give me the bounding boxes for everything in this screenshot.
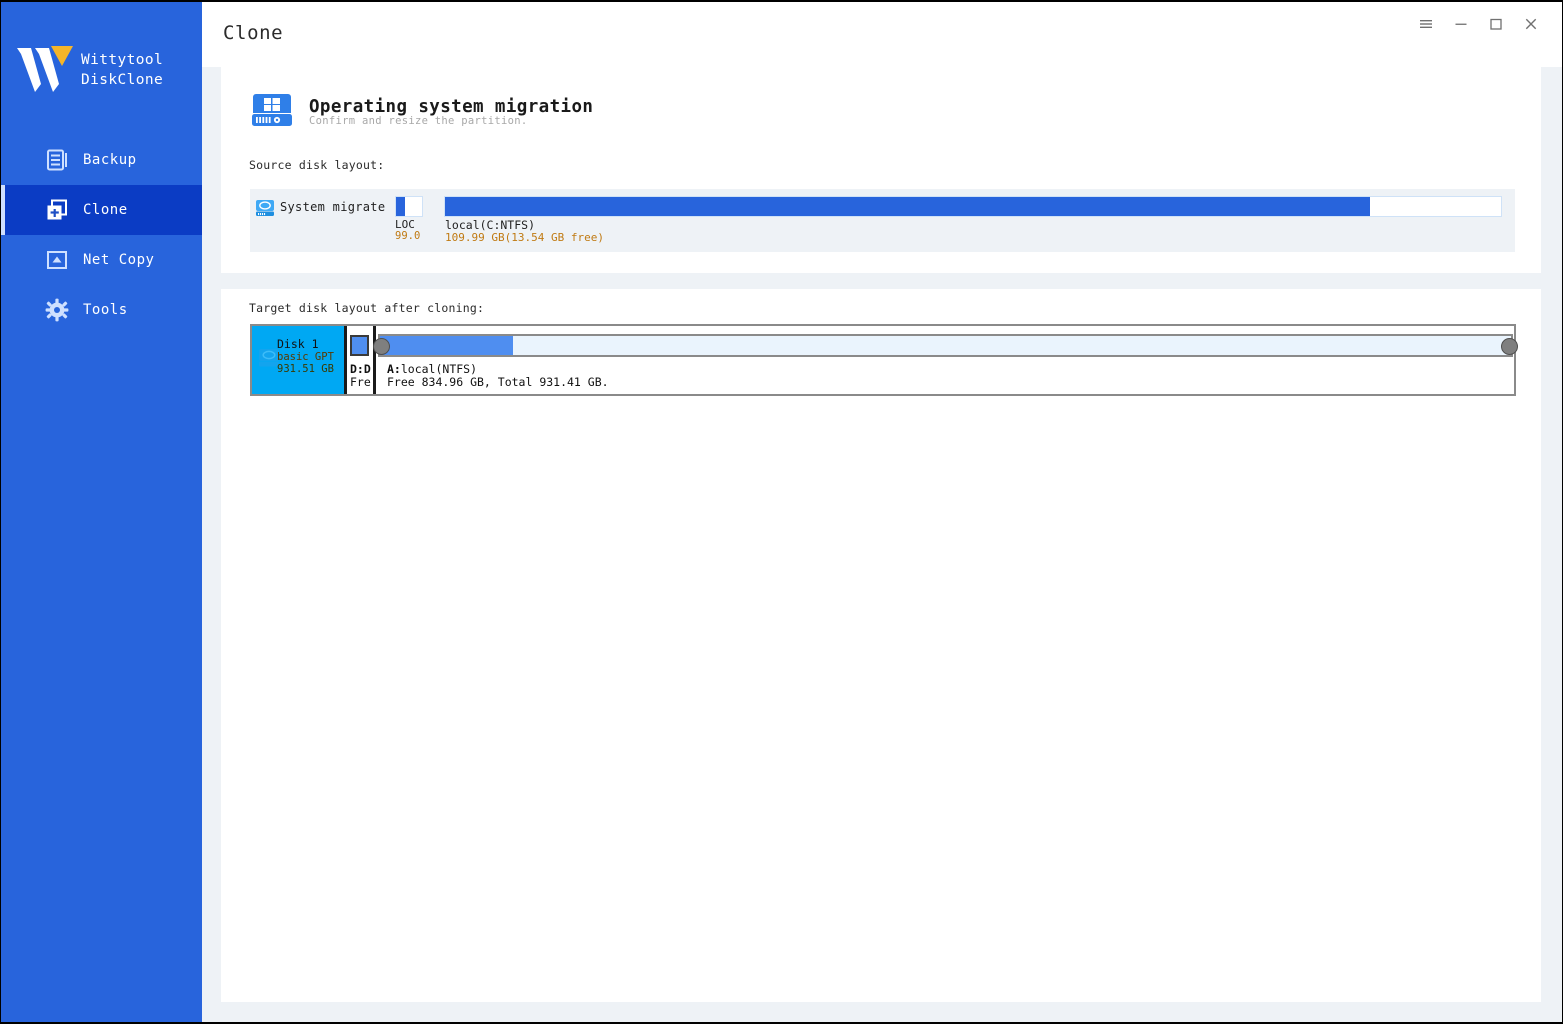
gear-icon: [45, 298, 69, 322]
right-resize-handle[interactable]: [1501, 338, 1518, 355]
source-partition-block[interactable]: LOC 99.0: [395, 196, 423, 246]
page-title: Clone: [223, 22, 284, 44]
partition-detail: Fre: [350, 375, 371, 389]
partition-used-fill: [380, 336, 513, 355]
partition-size: 109.99 GB(13.54 GB free): [445, 231, 604, 244]
target-panel: Target disk layout after cloning: Disk 1…: [221, 289, 1541, 1002]
source-disk-layout-label: Source disk layout:: [249, 158, 385, 172]
sidebar-item-net-copy[interactable]: Net Copy: [1, 235, 202, 285]
target-partition-a[interactable]: A:local(NTFS) Free 834.96 GB, Total 931.…: [373, 326, 1518, 394]
sidebar-item-label: Net Copy: [83, 252, 155, 268]
partition-resize-track[interactable]: [373, 334, 1518, 357]
app-window: Wittytool DiskClone Backup Clone Net Cop…: [0, 0, 1563, 1024]
partition-usage-bar: [444, 196, 1502, 217]
os-migration-subtitle: Confirm and resize the partition.: [309, 115, 528, 127]
target-partition-d[interactable]: D:D Fre: [347, 326, 373, 394]
minimize-icon[interactable]: [1448, 11, 1474, 37]
maximize-icon[interactable]: [1483, 11, 1509, 37]
wittytool-w-logo-icon: [15, 44, 77, 96]
partition-detail: Free 834.96 GB, Total 931.41 GB.: [387, 375, 609, 389]
sidebar-item-label: Backup: [83, 152, 137, 168]
left-resize-handle[interactable]: [373, 338, 390, 355]
net-copy-icon: [45, 248, 69, 272]
titlebar: Clone: [202, 2, 1562, 67]
sidebar-item-backup[interactable]: Backup: [1, 135, 202, 185]
source-partition-block[interactable]: local(C:NTFS) 109.99 GB(13.54 GB free): [444, 196, 1504, 246]
partition-name: local(C:NTFS): [445, 218, 536, 232]
hard-disk-icon: [255, 199, 275, 217]
source-panel: Operating system migration Confirm and r…: [221, 61, 1541, 273]
sidebar-item-label: Clone: [83, 202, 128, 218]
partition-usage-bar: [395, 196, 423, 217]
sidebar-item-label: Tools: [83, 302, 128, 318]
target-disk-type: basic GPT: [277, 351, 334, 363]
sidebar: Wittytool DiskClone Backup Clone Net Cop…: [1, 2, 202, 1022]
target-disk-layout-label: Target disk layout after cloning:: [249, 301, 485, 315]
close-icon[interactable]: [1518, 11, 1544, 37]
brand-name: Wittytool DiskClone: [81, 52, 164, 88]
partition-size: 99.0: [395, 230, 421, 242]
windows-disk-icon: [251, 90, 293, 130]
menu-icon[interactable]: [1413, 11, 1439, 37]
os-migration-title: Operating system migration: [309, 97, 594, 117]
target-disk-name: Disk 1: [277, 337, 319, 351]
partition-label: local(NTFS): [400, 362, 478, 376]
clone-plus-icon: [45, 198, 69, 222]
partition-used-fill: [445, 197, 1370, 216]
source-disk-row: System migrate LOC 99.0 local(C:NTFS) 10…: [250, 189, 1515, 252]
target-disk-summary[interactable]: Disk 1 basic GPT 931.51 GB: [252, 326, 344, 394]
partition-name: A:local(NTFS): [387, 362, 477, 376]
partition-letter: A:: [387, 362, 401, 376]
partition-letter: D:D: [350, 362, 371, 376]
sidebar-item-tools[interactable]: Tools: [1, 285, 202, 335]
target-disk-row: Disk 1 basic GPT 931.51 GB D:D Fre A:loc…: [250, 324, 1518, 396]
source-disk-name: System migrate: [280, 200, 386, 214]
sidebar-item-clone[interactable]: Clone: [1, 185, 202, 235]
brand: Wittytool DiskClone: [1, 30, 202, 110]
backup-list-icon: [45, 148, 69, 172]
target-disk-capacity: 931.51 GB: [277, 363, 334, 375]
partition-block: [350, 335, 369, 356]
partition-used-fill: [396, 197, 405, 216]
